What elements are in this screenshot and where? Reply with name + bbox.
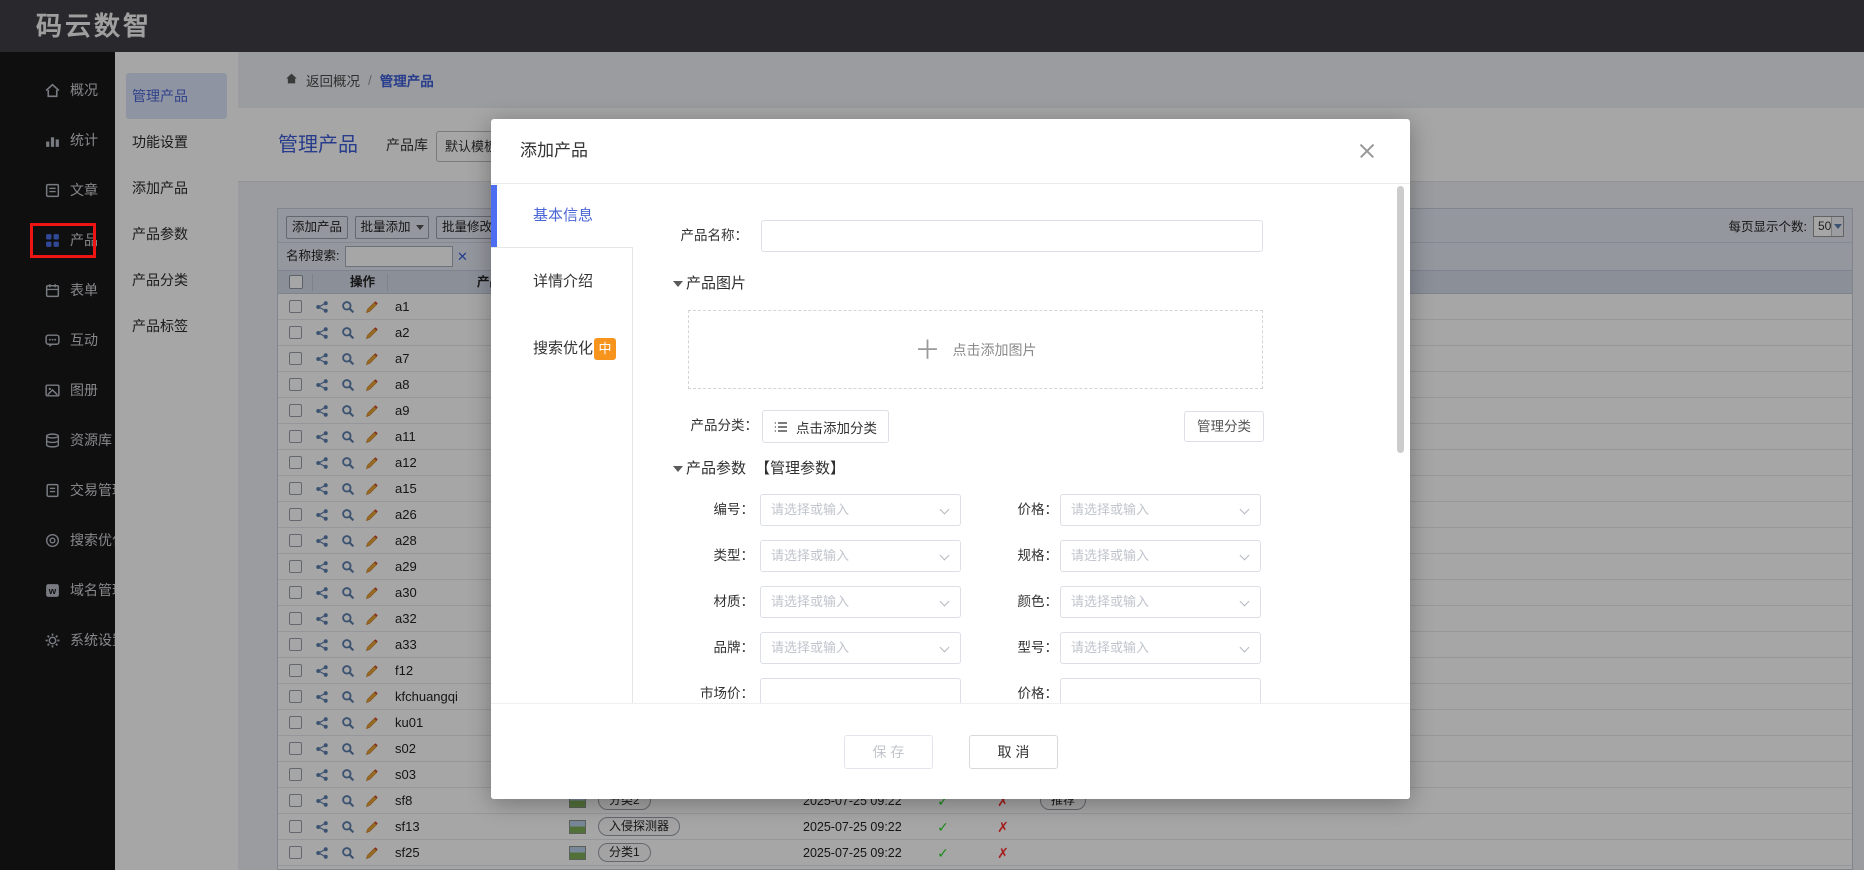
list-icon: [774, 421, 788, 433]
param-label: 价格：: [951, 494, 1058, 526]
modal-title: 添加产品: [520, 119, 588, 183]
chevron-down-icon: [1240, 643, 1250, 653]
param-row: 类型：请选择或输入规格：请选择或输入: [491, 540, 1410, 572]
product-name-input[interactable]: [761, 220, 1263, 252]
param-label: 编号：: [611, 494, 754, 526]
param-select[interactable]: 请选择或输入: [760, 494, 961, 526]
chevron-down-icon: [940, 597, 950, 607]
add-product-modal: 添加产品 基本信息 详情介绍 搜索优化 中 产品名称： 产品图片 ＋ 点击添加图…: [491, 119, 1410, 799]
chevron-down-icon: [940, 551, 950, 561]
param-select[interactable]: 请选择或输入: [1060, 632, 1261, 664]
chevron-down-icon: [1240, 505, 1250, 515]
param-select[interactable]: 请选择或输入: [760, 586, 961, 618]
category-label: 产品分类：: [611, 410, 758, 442]
image-upload-dropzone[interactable]: ＋ 点击添加图片: [688, 310, 1263, 389]
param-grid: 编号：请选择或输入价格：请选择或输入类型：请选择或输入规格：请选择或输入材质：请…: [491, 494, 1410, 724]
modal-scrollbar[interactable]: [1397, 186, 1404, 453]
param-select[interactable]: 请选择或输入: [760, 540, 961, 572]
tab-seo[interactable]: 搜索优化: [533, 329, 593, 369]
chevron-down-icon: [940, 643, 950, 653]
param-row: 品牌：请选择或输入型号：请选择或输入: [491, 632, 1410, 664]
manage-params-link[interactable]: 【管理参数】: [755, 454, 845, 484]
annotation-highlight-box: [30, 223, 96, 258]
chevron-down-icon: [940, 505, 950, 515]
param-label: 颜色：: [951, 586, 1058, 618]
close-icon[interactable]: [1353, 137, 1381, 165]
save-button[interactable]: 保 存: [844, 735, 933, 769]
collapse-caret-icon[interactable]: [673, 281, 683, 287]
param-select[interactable]: 请选择或输入: [760, 632, 961, 664]
plus-icon: ＋: [914, 337, 940, 363]
param-row: 编号：请选择或输入价格：请选择或输入: [491, 494, 1410, 526]
param-label: 品牌：: [611, 632, 754, 664]
param-label: 材质：: [611, 586, 754, 618]
modal-footer: 保 存 取 消: [491, 703, 1410, 799]
param-label: 规格：: [951, 540, 1058, 572]
manage-category-button[interactable]: 管理分类: [1184, 411, 1264, 442]
param-select[interactable]: 请选择或输入: [1060, 494, 1261, 526]
add-category-button[interactable]: 点击添加分类: [762, 410, 889, 443]
collapse-caret-icon[interactable]: [673, 466, 683, 472]
param-section-title: 产品参数: [686, 454, 746, 484]
active-tab-indicator: [491, 185, 497, 247]
product-name-label: 产品名称：: [551, 220, 748, 252]
chevron-down-icon: [1240, 597, 1250, 607]
param-label: 类型：: [611, 540, 754, 572]
tab-detail-intro[interactable]: 详情介绍: [533, 262, 593, 302]
param-label: 型号：: [951, 632, 1058, 664]
cancel-button[interactable]: 取 消: [969, 735, 1058, 769]
param-select[interactable]: 请选择或输入: [1060, 586, 1261, 618]
param-select[interactable]: 请选择或输入: [1060, 540, 1261, 572]
image-upload-text: 点击添加图片: [953, 340, 1037, 360]
seo-badge: 中: [594, 338, 616, 360]
param-row: 材质：请选择或输入颜色：请选择或输入: [491, 586, 1410, 618]
image-section-title: 产品图片: [686, 269, 746, 299]
chevron-down-icon: [1240, 551, 1250, 561]
